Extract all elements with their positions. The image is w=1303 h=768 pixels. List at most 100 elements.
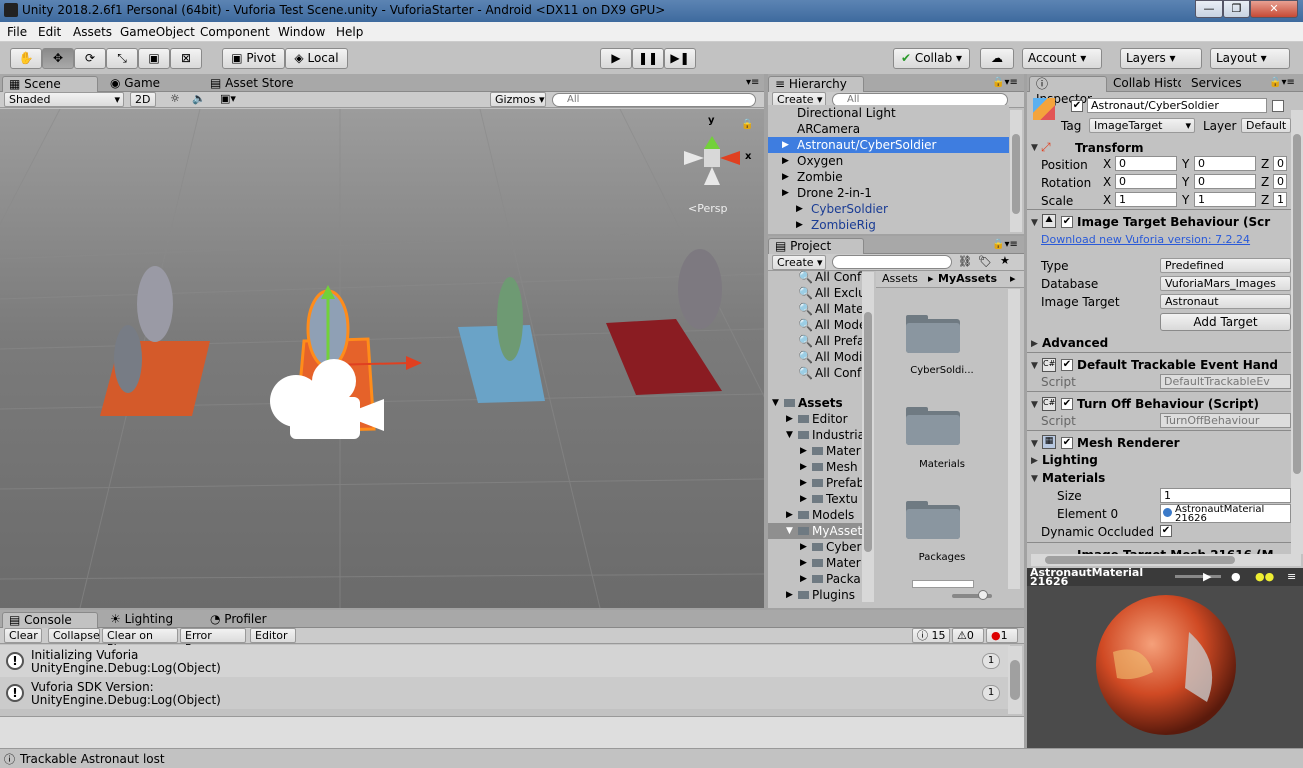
favorite-item[interactable]: 🔍All Mater: [768, 301, 862, 317]
favorite-item[interactable]: 🔍 All Confl: [768, 271, 862, 285]
type-dropdown[interactable]: Predefined: [1160, 258, 1291, 273]
play-button[interactable]: ▶: [600, 48, 632, 69]
console-clear-button[interactable]: Clear: [4, 628, 42, 643]
position-z-field[interactable]: 0: [1273, 156, 1287, 171]
project-search-input[interactable]: [832, 255, 952, 269]
project-tree-item[interactable]: ▶ Plugins: [768, 587, 862, 603]
menu-help[interactable]: Help: [336, 25, 363, 39]
hierarchy-item[interactable]: ▶ Oxygen: [768, 153, 1009, 169]
hand-tool-icon[interactable]: ✋: [10, 48, 42, 69]
inspector-scrollbar[interactable]: [1291, 110, 1303, 554]
maximize-button[interactable]: ❐: [1223, 0, 1250, 18]
audio-toggle-icon[interactable]: 🔈: [192, 92, 206, 105]
expand-arrow-icon[interactable]: ▶: [782, 169, 789, 185]
pause-button[interactable]: ❚❚: [632, 48, 664, 69]
rect-tool-icon[interactable]: ▣: [138, 48, 170, 69]
project-menu-icon[interactable]: 🔒▾≡: [992, 239, 1018, 250]
preview-sphere-icon[interactable]: ●: [1231, 570, 1241, 583]
favorite-item[interactable]: 🔍 All Confl: [768, 365, 862, 381]
effects-dropdown-icon[interactable]: ▣▾: [220, 92, 236, 105]
mesh-renderer-enabled-checkbox[interactable]: ✔: [1061, 437, 1073, 449]
inspector-h-scrollbar[interactable]: [1031, 554, 1301, 566]
breadcrumb-myassets[interactable]: MyAssets: [938, 271, 997, 287]
advanced-label[interactable]: Advanced: [1042, 336, 1108, 350]
project-tree-item[interactable]: ▶ Packa: [768, 571, 862, 587]
expand-arrow-icon[interactable]: ▶: [800, 491, 807, 507]
close-button[interactable]: ✕: [1250, 0, 1298, 18]
console-clear-on-play-button[interactable]: Clear on Play: [102, 628, 178, 655]
rotation-y-field[interactable]: 0: [1194, 174, 1256, 189]
project-tree-item[interactable]: ▼ MyAsset: [768, 523, 862, 539]
hierarchy-item[interactable]: ▶ Astronaut/CyberSoldier: [768, 137, 1009, 153]
hierarchy-scrollbar[interactable]: [1010, 110, 1022, 232]
preview-play-icon[interactable]: ▶: [1203, 570, 1211, 583]
hierarchy-item[interactable]: ▶ ZombieRig: [768, 217, 1009, 233]
expand-arrow-icon[interactable]: ▼: [772, 395, 779, 411]
add-target-button[interactable]: Add Target: [1160, 313, 1291, 331]
lock-icon[interactable]: 🔒: [741, 119, 753, 130]
tab-profiler[interactable]: ◔ Profiler: [204, 612, 273, 628]
tab-lighting[interactable]: ☀ Lighting: [104, 612, 179, 628]
project-create-dropdown[interactable]: Create ▾: [772, 255, 826, 270]
pivot-toggle[interactable]: ▣ Pivot: [222, 48, 285, 69]
hierarchy-menu-icon[interactable]: 🔒▾≡: [992, 77, 1018, 88]
hierarchy-item[interactable]: Directional Light: [768, 105, 1009, 121]
step-button[interactable]: ▶❚: [664, 48, 696, 69]
scene-search-input[interactable]: All: [552, 93, 756, 107]
expand-arrow-icon[interactable]: ▼: [786, 523, 793, 539]
tab-hierarchy[interactable]: ≡ Hierarchy: [768, 76, 864, 92]
scale-y-field[interactable]: 1: [1194, 192, 1256, 207]
warning-filter-toggle[interactable]: ⚠0: [952, 628, 984, 643]
trackable-enabled-checkbox[interactable]: ✔: [1061, 359, 1073, 371]
layout-dropdown[interactable]: Layout ▾: [1210, 48, 1290, 69]
console-editor-dropdown[interactable]: Editor ▾: [250, 628, 296, 655]
expand-arrow-icon[interactable]: ▼: [786, 427, 793, 443]
advanced-foldout-icon[interactable]: ▶: [1031, 339, 1038, 349]
console-error-pause-button[interactable]: Error Pause: [180, 628, 246, 655]
rotate-tool-icon[interactable]: ⟳: [74, 48, 106, 69]
hierarchy-item[interactable]: ▶ CyberSoldier: [768, 201, 1009, 217]
rotation-z-field[interactable]: 0: [1273, 174, 1287, 189]
expand-arrow-icon[interactable]: ▶: [782, 185, 789, 201]
favorites-star-icon[interactable]: ★: [1000, 254, 1010, 267]
trackable-foldout-icon[interactable]: ▼: [1031, 361, 1038, 371]
move-tool-icon[interactable]: ✥: [42, 48, 74, 69]
tab-scene[interactable]: ▦ Scene: [2, 76, 98, 92]
tab-services[interactable]: Services: [1185, 76, 1248, 92]
menu-file[interactable]: File: [7, 25, 27, 39]
preview-drag-handle[interactable]: [1175, 575, 1221, 578]
console-entry[interactable]: ! Initializing Vuforia UnityEngine.Debug:L…: [0, 645, 1010, 677]
minimize-button[interactable]: —: [1195, 0, 1223, 18]
log-filter-toggle[interactable]: ⓘ 15: [912, 628, 950, 643]
project-grid-scrollbar[interactable]: [1008, 289, 1020, 589]
tab-inspector[interactable]: ⓘ Inspector: [1029, 76, 1107, 106]
image-target-enabled-checkbox[interactable]: ✔: [1061, 216, 1073, 228]
gizmos-dropdown[interactable]: Gizmos ▾: [490, 92, 546, 107]
filter-type-icon[interactable]: ⛓: [958, 255, 972, 268]
transform-tool-icon[interactable]: ⊠: [170, 48, 202, 69]
folder-cybersoldier-icon[interactable]: [904, 307, 960, 357]
expand-arrow-icon[interactable]: ▶: [786, 411, 793, 427]
expand-arrow-icon[interactable]: ▶: [786, 507, 793, 523]
filter-label-icon[interactable]: 🏷: [978, 255, 992, 268]
panel-menu-icon[interactable]: ▾≡: [746, 77, 759, 88]
status-message[interactable]: Trackable Astronaut lost: [20, 752, 165, 766]
tab-collab-history[interactable]: Collab Histo: [1107, 76, 1181, 92]
project-tree-item[interactable]: ▶ Editor: [768, 411, 862, 427]
project-tree-item[interactable]: ▼ Industria: [768, 427, 862, 443]
layers-dropdown[interactable]: Layers ▾: [1120, 48, 1202, 69]
favorite-item[interactable]: 🔍 All Modif: [768, 349, 862, 365]
project-tree-item[interactable]: ▶ Mater: [768, 555, 862, 571]
light-toggle-icon[interactable]: ☼: [170, 92, 180, 105]
material-preview-sphere[interactable]: [1093, 592, 1239, 738]
menu-component[interactable]: Component: [200, 25, 270, 39]
tab-project[interactable]: ▤ Project: [768, 238, 864, 254]
local-toggle[interactable]: ◈ Local: [285, 48, 348, 69]
expand-arrow-icon[interactable]: ▶: [800, 475, 807, 491]
active-checkbox[interactable]: ✔: [1071, 100, 1083, 112]
tag-dropdown[interactable]: ImageTarget ▾: [1089, 118, 1195, 133]
expand-arrow-icon[interactable]: ▶: [800, 443, 807, 459]
expand-arrow-icon[interactable]: ▶: [796, 217, 803, 233]
position-y-field[interactable]: 0: [1194, 156, 1256, 171]
turnoff-foldout-icon[interactable]: ▼: [1031, 400, 1038, 410]
